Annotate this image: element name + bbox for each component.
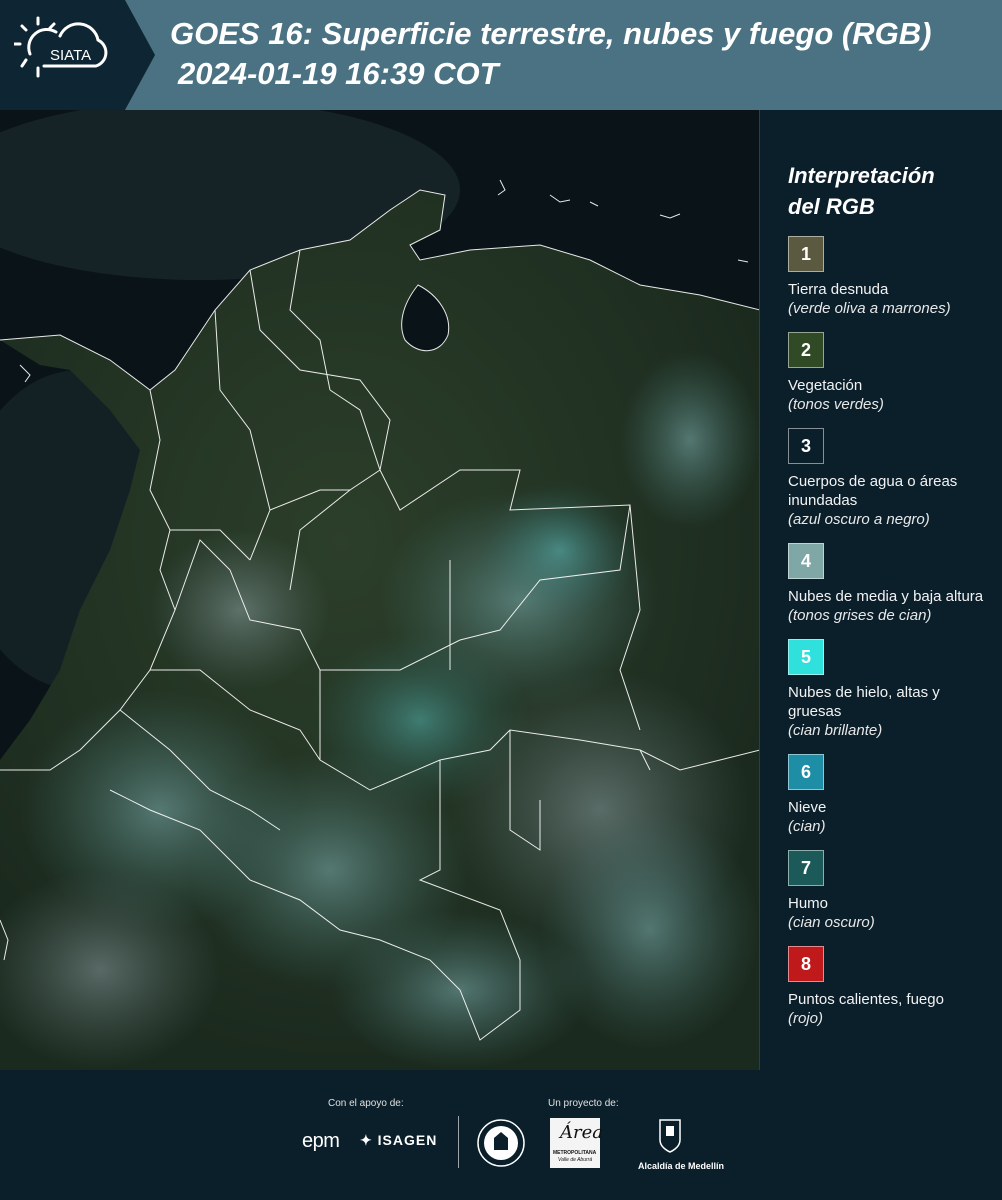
legend-sublabel: (cian brillante) bbox=[788, 722, 883, 739]
header-bar: SIATA GOES 16: Superficie terrestre, nub… bbox=[0, 0, 1002, 110]
support-label: Con el apoyo de: bbox=[328, 1098, 404, 1109]
legend-label: Cuerpos de agua o áreas inundadas bbox=[788, 473, 958, 509]
coat-of-arms-icon bbox=[659, 1119, 681, 1153]
legend-sublabel: (rojo) bbox=[788, 1010, 824, 1027]
svg-text:SIATA: SIATA bbox=[50, 47, 91, 64]
legend-item: 4 Nubes de media y baja altura (tonos gris… bbox=[788, 543, 993, 625]
sun-cloud-icon: SIATA bbox=[14, 16, 108, 78]
legend-item: 6 Nieve (cian) bbox=[788, 754, 993, 836]
legend-swatch: 7 bbox=[788, 850, 824, 886]
isagen-logo: ✦ ISAGEN bbox=[360, 1132, 438, 1148]
legend-sublabel: (verde oliva a marrones) bbox=[788, 300, 951, 317]
legend-swatch: 2 bbox=[788, 332, 824, 368]
legend-sublabel: (tonos grises de cian) bbox=[788, 607, 932, 624]
legend-items: 1 Tierra desnuda (verde oliva a marrones) 2… bbox=[788, 236, 993, 1028]
project-label: Un proyecto de: bbox=[548, 1098, 619, 1109]
legend-title: Interpretación del RGB bbox=[788, 163, 935, 219]
legend-sublabel: (cian oscuro) bbox=[788, 914, 875, 931]
footer: Con el apoyo de: Un proyecto de: epm ✦ I… bbox=[0, 1070, 1002, 1200]
legend-swatch: 3 bbox=[788, 428, 824, 464]
legend-item: 2 Vegetación (tonos verdes) bbox=[788, 332, 993, 414]
legend-item: 1 Tierra desnuda (verde oliva a marrones) bbox=[788, 236, 993, 318]
page-timestamp: 2024-01-19 16:39 COT bbox=[178, 56, 499, 91]
legend-label: Puntos calientes, fuego bbox=[788, 991, 944, 1008]
footer-divider bbox=[458, 1116, 459, 1168]
page-title: GOES 16: Superficie terrestre, nubes y f… bbox=[170, 16, 932, 51]
legend-sublabel: (tonos verdes) bbox=[788, 396, 884, 413]
satellite-image bbox=[0, 110, 759, 1070]
legend-swatch: 1 bbox=[788, 236, 824, 272]
legend-item: 7 Humo (cian oscuro) bbox=[788, 850, 993, 932]
legend-label: Vegetación bbox=[788, 377, 863, 394]
legend-label: Nieve bbox=[788, 799, 827, 816]
siata-logo: SIATA bbox=[0, 0, 155, 110]
legend-label: Humo bbox=[788, 895, 829, 912]
legend-item: 8 Puntos calientes, fuego (rojo) bbox=[788, 946, 993, 1028]
legend-swatch: 6 bbox=[788, 754, 824, 790]
legend-swatch: 8 bbox=[788, 946, 824, 982]
legend-swatch: 5 bbox=[788, 639, 824, 675]
area-metropolitana-logo: Área METROPOLITANA Valle de Aburrá bbox=[550, 1118, 603, 1168]
university-seal-icon bbox=[477, 1119, 525, 1167]
legend-item: 3 Cuerpos de agua o áreas inundadas (azul … bbox=[788, 428, 993, 529]
legend-swatch: 4 bbox=[788, 543, 824, 579]
satellite-map bbox=[0, 110, 760, 1070]
legend-sublabel: (cian) bbox=[788, 818, 826, 835]
legend-label: Tierra desnuda bbox=[788, 281, 889, 298]
legend-item: 5 Nubes de hielo, altas y gruesas (cian br… bbox=[788, 639, 993, 740]
legend-sublabel: (azul oscuro a negro) bbox=[788, 511, 930, 528]
epm-logo: epm bbox=[302, 1130, 340, 1152]
legend-label: Nubes de hielo, altas y gruesas bbox=[788, 684, 940, 720]
rgb-legend: Interpretación del RGB 1 Tierra desnuda (v… bbox=[788, 160, 993, 1042]
legend-label: Nubes de media y baja altura bbox=[788, 588, 984, 605]
alcaldia-medellin-logo: Alcaldía de Medellín bbox=[638, 1118, 724, 1171]
